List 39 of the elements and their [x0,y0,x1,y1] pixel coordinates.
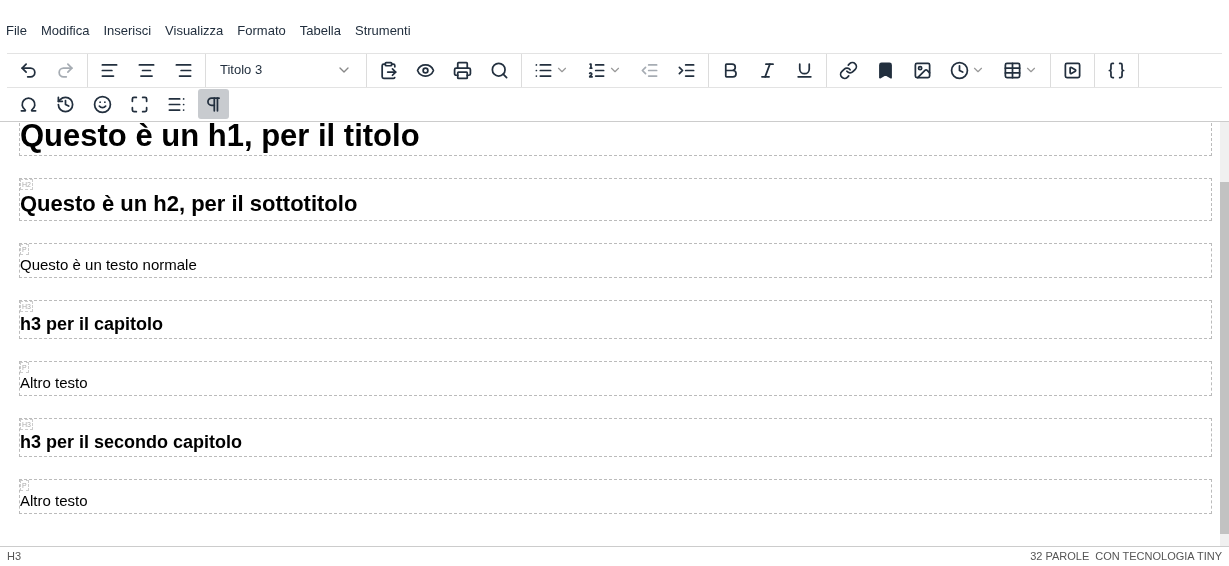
toolbar-button[interactable] [198,89,229,119]
smiley-icon [93,94,112,114]
menu-item[interactable]: File [6,21,27,41]
clock-icon [950,60,969,80]
undo-icon [19,60,38,80]
image-icon [913,60,932,80]
search-icon [490,60,509,80]
numbered-list-icon [587,60,606,80]
table-icon [1003,60,1022,80]
menu-item[interactable]: Inserisci [103,21,152,41]
menu-item[interactable]: Modifica [40,21,90,41]
underline-icon [795,60,814,80]
heading: Questo è un h1, per il titolo [20,121,421,153]
heading: h3 per il capitolo [20,312,165,336]
menu-item[interactable]: Visualizza [165,21,224,41]
pilcrow-icon [204,94,223,114]
heading: Questo è un h2, per il sottotitolo [20,189,359,218]
play-icon [1063,60,1082,80]
word-count[interactable]: 32 PAROLE [1030,548,1090,565]
history-icon [56,94,75,114]
clipboard-icon [379,60,398,80]
menu-item[interactable]: Tabella [299,21,341,41]
element-path[interactable]: H3 [7,548,22,565]
paragraph: Altro testo [20,490,89,511]
heading: h3 per il secondo capitolo [20,430,244,454]
format-select[interactable]: Titolo 3 [212,55,360,85]
paragraph: Altro testo [20,372,89,393]
braces-icon [1107,60,1126,80]
redo-icon [56,60,75,80]
paragraph: Questo è un testo normale [20,254,198,275]
bookmark-icon [876,60,895,80]
branding-link[interactable]: CON TECNOLOGIA TINY [1095,548,1222,565]
menu-item[interactable]: Formato [237,21,286,41]
menu-item[interactable]: Strumenti [354,21,411,41]
omega-icon [19,94,38,114]
printer-icon [453,60,472,80]
italic-icon [758,60,777,80]
link-icon [839,60,858,80]
fullscreen-icon [130,94,149,114]
